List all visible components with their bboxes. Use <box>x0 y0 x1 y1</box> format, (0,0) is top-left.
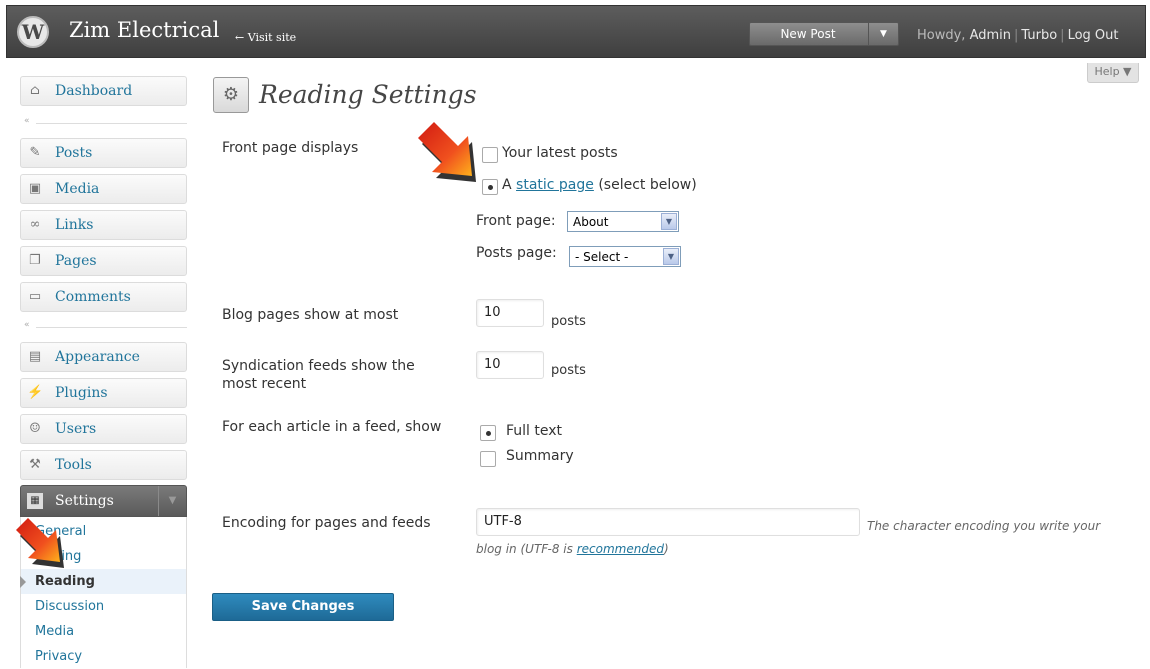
chevron-down-icon[interactable]: ▼ <box>868 23 898 45</box>
admin-user-link[interactable]: Admin <box>970 28 1011 43</box>
plug-icon: ⚡ <box>27 385 44 400</box>
new-post-button[interactable]: New Post ▼ <box>749 22 899 46</box>
media-icon: ▣ <box>28 181 42 196</box>
sidebar-item-dashboard[interactable]: ⌂ Dashboard <box>20 76 187 106</box>
front-page-displays-label: Front page displays <box>222 140 359 156</box>
posts-page-select-label: Posts page: <box>476 245 557 261</box>
appearance-icon: ▤ <box>28 349 42 364</box>
sidebar-item-users[interactable]: ☺ Users <box>20 414 187 444</box>
static-page-label[interactable]: A static page (select below) <box>502 177 697 193</box>
sidebar-item-label: Plugins <box>55 385 108 401</box>
posts-unit: posts <box>551 314 586 329</box>
separator: | <box>1060 28 1065 43</box>
full-text-label[interactable]: Full text <box>506 423 562 439</box>
submenu-item-privacy[interactable]: Privacy <box>21 644 186 669</box>
sidebar-item-label: Tools <box>55 457 92 473</box>
summary-radio[interactable] <box>480 451 496 467</box>
menu-separator: « <box>20 320 187 332</box>
sidebar-item-label: Media <box>55 181 100 197</box>
submenu-item-media[interactable]: Media <box>21 619 186 644</box>
submenu-item-discussion[interactable]: Discussion <box>21 594 186 619</box>
sidebar-item-tools[interactable]: ⚒ Tools <box>20 450 187 480</box>
posts-per-rss-input[interactable]: 10 <box>476 351 544 379</box>
sidebar-item-label: Comments <box>55 289 131 305</box>
recommended-link[interactable]: recommended <box>577 542 664 556</box>
help-tab[interactable]: Help ▼ <box>1087 63 1139 83</box>
red-arrow-icon <box>418 122 476 182</box>
site-title[interactable]: Zim Electrical <box>69 18 219 42</box>
menu-separator: « <box>20 116 187 128</box>
posts-page-select[interactable]: - Select - ▼ <box>569 246 681 267</box>
chevron-down-icon[interactable]: ▼ <box>158 486 186 516</box>
users-icon: ☺ <box>29 421 41 436</box>
settings-icon: ▦ <box>27 493 43 509</box>
user-greeting: Howdy, Admin | Turbo | Log Out <box>917 28 1118 43</box>
blog-pages-label: Blog pages show at most <box>222 307 399 323</box>
sidebar-item-pages[interactable]: ❐ Pages <box>20 246 187 276</box>
syndication-label: Syndication feeds show the most recent <box>222 358 415 392</box>
red-arrow-icon <box>16 518 64 568</box>
static-page-link[interactable]: static page <box>516 177 594 193</box>
sidebar-item-label: Posts <box>55 145 93 161</box>
sidebar-item-media[interactable]: ▣ Media <box>20 174 187 204</box>
wordpress-logo-icon[interactable]: W <box>17 16 49 48</box>
tools-icon: ⚒ <box>29 457 41 472</box>
new-post-label[interactable]: New Post <box>758 27 858 41</box>
posts-unit: posts <box>551 363 586 378</box>
header-bar: W Zim Electrical ← Visit site New Post ▼… <box>6 5 1146 58</box>
separator: | <box>1014 28 1019 43</box>
sidebar-item-label: Pages <box>55 253 97 269</box>
static-suffix: (select below) <box>593 177 697 193</box>
front-page-select-label: Front page: <box>476 213 556 229</box>
desc-suffix: ) <box>663 542 669 556</box>
sidebar-item-label: Settings <box>55 493 114 509</box>
admin-header: W Zim Electrical ← Visit site New Post ▼… <box>0 0 1150 63</box>
comment-icon: ▭ <box>28 289 42 304</box>
sidebar-item-comments[interactable]: ▭ Comments <box>20 282 187 312</box>
sidebar-item-appearance[interactable]: ▤ Appearance <box>20 342 187 372</box>
feed-article-label: For each article in a feed, show <box>222 419 442 435</box>
collapse-icon[interactable]: « <box>24 320 30 330</box>
encoding-label: Encoding for pages and feeds <box>222 515 431 531</box>
sidebar-item-label: Links <box>55 217 94 233</box>
posts-page-value: - Select - <box>575 250 629 264</box>
posts-per-page-input[interactable]: 10 <box>476 299 544 327</box>
desc-prefix: blog in (UTF-8 is <box>476 542 577 556</box>
save-changes-button[interactable]: Save Changes <box>212 593 394 621</box>
front-page-value: About <box>573 215 609 229</box>
static-prefix: A <box>502 177 517 193</box>
chevron-down-icon[interactable]: ▼ <box>661 213 677 230</box>
full-text-radio[interactable] <box>480 425 496 441</box>
visit-site-link[interactable]: ← Visit site <box>235 31 296 44</box>
sidebar-item-label: Dashboard <box>55 83 133 99</box>
sidebar-item-plugins[interactable]: ⚡ Plugins <box>20 378 187 408</box>
pin-icon: ✎ <box>29 145 41 160</box>
link-icon: ∞ <box>29 217 41 232</box>
pages-icon: ❐ <box>29 253 41 268</box>
howdy-text: Howdy, <box>917 28 970 43</box>
turbo-link[interactable]: Turbo <box>1021 28 1057 43</box>
encoding-input[interactable]: UTF-8 <box>476 508 860 536</box>
home-icon: ⌂ <box>30 83 40 98</box>
sidebar-item-posts[interactable]: ✎ Posts <box>20 138 187 168</box>
front-page-select[interactable]: About ▼ <box>567 211 679 232</box>
sidebar-item-links[interactable]: ∞ Links <box>20 210 187 240</box>
page-title: Reading Settings <box>259 80 477 109</box>
encoding-description: The character encoding you write your <box>867 519 1101 533</box>
sidebar-item-label: Users <box>55 421 97 437</box>
chevron-down-icon[interactable]: ▼ <box>663 248 679 265</box>
summary-label[interactable]: Summary <box>506 448 574 464</box>
latest-posts-label[interactable]: Your latest posts <box>502 145 618 161</box>
logout-link[interactable]: Log Out <box>1068 28 1119 43</box>
encoding-description-2: blog in (UTF-8 is recommended) <box>476 542 669 556</box>
sidebar-item-label: Appearance <box>55 349 140 365</box>
collapse-icon[interactable]: « <box>24 116 30 126</box>
settings-page-icon: ⚙ <box>213 77 249 113</box>
